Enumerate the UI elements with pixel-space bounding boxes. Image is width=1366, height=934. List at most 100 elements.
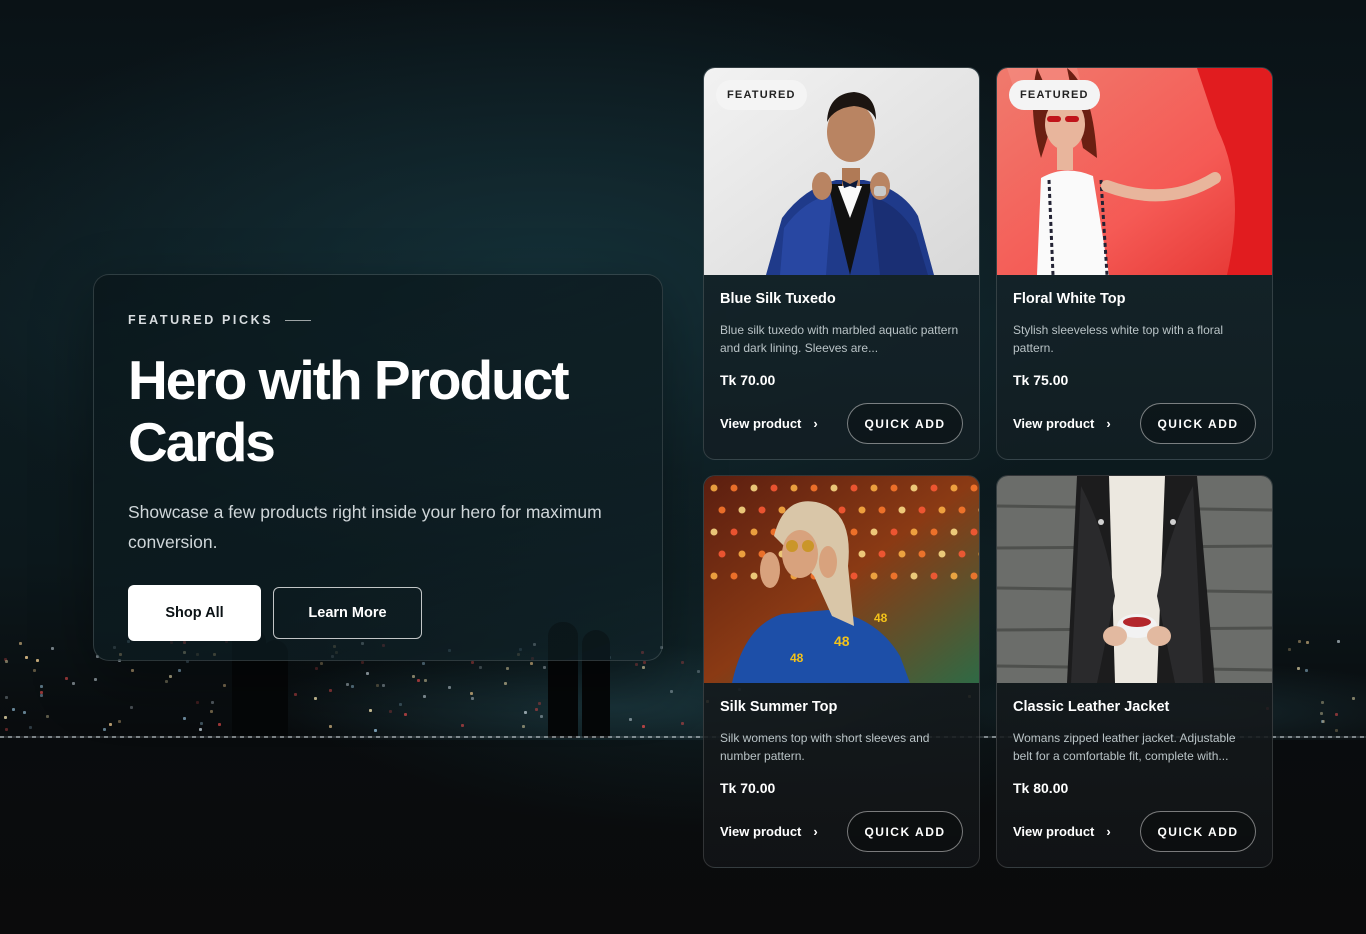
carnival-bulb: [738, 550, 746, 558]
city-light: [522, 725, 526, 729]
view-product-link[interactable]: View product ›: [1013, 824, 1111, 839]
product-image[interactable]: 48 48 48: [704, 476, 979, 683]
city-light: [423, 695, 427, 699]
city-light: [4, 715, 8, 719]
city-light: [537, 701, 541, 705]
product-description: Silk womens top with short sleeves and n…: [720, 731, 930, 763]
product-title[interactable]: Blue Silk Tuxedo: [720, 291, 963, 311]
product-title[interactable]: Classic Leather Jacket: [1013, 699, 1256, 719]
city-light: [1304, 669, 1308, 673]
featured-badge: FEATURED: [716, 80, 807, 110]
city-light: [320, 662, 324, 666]
city-light: [599, 715, 603, 719]
city-light: [93, 677, 97, 681]
carnival-bulb: [938, 550, 946, 558]
city-light: [369, 708, 373, 712]
shop-all-button[interactable]: Shop All: [128, 585, 261, 641]
svg-text:48: 48: [874, 611, 888, 625]
city-light: [4, 660, 8, 664]
carnival-bulb: [850, 572, 858, 580]
product-image[interactable]: FEATURED: [997, 68, 1272, 275]
carnival-bulb: [930, 484, 938, 492]
carnival-bulb: [730, 484, 738, 492]
carnival-bulb: [730, 572, 738, 580]
city-light: [534, 707, 538, 711]
view-product-link[interactable]: View product ›: [720, 824, 818, 839]
carnival-bulb: [738, 506, 746, 514]
product-image[interactable]: FEATURED: [704, 68, 979, 275]
learn-more-button[interactable]: Learn More: [273, 587, 422, 639]
city-light: [424, 678, 428, 682]
view-product-link[interactable]: View product ›: [720, 416, 818, 431]
product-card-silk-summer-top: 48 48 48 Silk Summer Top Silk womens top…: [703, 475, 980, 868]
leather-jacket-photo: [997, 476, 1272, 683]
city-light: [551, 699, 555, 703]
carnival-bulb: [710, 484, 718, 492]
carnival-bulb: [730, 528, 738, 536]
product-card-floral-white-top: FEATURED Floral White Top Stylish sleeve…: [996, 67, 1273, 460]
product-price: Tk 75.00: [1013, 372, 1069, 388]
city-light: [1352, 697, 1356, 701]
product-title[interactable]: Floral White Top: [1013, 291, 1256, 311]
city-light: [681, 721, 685, 725]
carnival-bulb: [850, 528, 858, 536]
quick-add-button[interactable]: QUICK ADD: [847, 403, 963, 444]
hero-eyebrow: FEATURED PICKS: [128, 313, 628, 327]
svg-text:48: 48: [834, 633, 850, 649]
product-description: Womans zipped leather jacket. Adjustable…: [1013, 731, 1236, 763]
city-light: [523, 711, 527, 715]
carnival-bulb: [878, 506, 886, 514]
city-light: [117, 719, 121, 723]
carnival-bulb: [878, 550, 886, 558]
product-actions: View product › QUICK ADD: [720, 403, 963, 444]
city-light: [24, 656, 28, 660]
product-title[interactable]: Silk Summer Top: [720, 699, 963, 719]
carnival-bulb: [890, 484, 898, 492]
carnival-bulb: [710, 528, 718, 536]
carnival-bulb: [718, 506, 726, 514]
product-price: Tk 70.00: [720, 780, 776, 796]
city-light: [294, 692, 298, 696]
city-light: [461, 723, 465, 727]
hero-subtitle: Showcase a few products right inside you…: [128, 502, 602, 552]
city-light: [3, 658, 7, 662]
carnival-bulb: [898, 550, 906, 558]
carnival-bulb: [858, 506, 866, 514]
city-light: [314, 666, 318, 670]
carnival-bulb: [958, 550, 966, 558]
city-light: [5, 728, 9, 732]
product-body: Silk Summer Top Silk womens top with sho…: [704, 683, 979, 852]
city-light: [108, 723, 112, 727]
city-light: [328, 688, 332, 692]
city-light: [51, 647, 55, 651]
carnival-bulb: [918, 550, 926, 558]
product-description: Blue silk tuxedo with marbled aquatic pa…: [720, 323, 959, 355]
product-body: Classic Leather Jacket Womans zipped lea…: [997, 683, 1272, 852]
product-card-classic-leather-jacket: Classic Leather Jacket Womans zipped lea…: [996, 475, 1273, 868]
carnival-bulb: [750, 572, 758, 580]
carnival-bulb: [750, 528, 758, 536]
hero-buttons: Shop All Learn More: [128, 585, 628, 641]
city-light: [388, 710, 392, 714]
city-light: [543, 665, 547, 669]
city-light: [40, 694, 44, 698]
city-light: [540, 714, 544, 718]
city-light: [46, 714, 50, 718]
featured-badge: FEATURED: [1009, 80, 1100, 110]
carnival-bulb: [770, 484, 778, 492]
carnival-bulb: [810, 484, 818, 492]
view-product-link[interactable]: View product ›: [1013, 416, 1111, 431]
city-light: [605, 685, 609, 689]
carnival-bulb: [870, 528, 878, 536]
product-image[interactable]: [997, 476, 1272, 683]
city-light: [572, 689, 576, 693]
carnival-bulb: [710, 572, 718, 580]
product-description: Stylish sleeveless white top with a flor…: [1013, 323, 1224, 355]
city-light: [328, 725, 332, 729]
city-light: [65, 677, 69, 681]
city-light: [470, 692, 474, 696]
quick-add-button[interactable]: QUICK ADD: [1140, 403, 1256, 444]
quick-add-button[interactable]: QUICK ADD: [847, 811, 963, 852]
carnival-bulb: [890, 572, 898, 580]
quick-add-button[interactable]: QUICK ADD: [1140, 811, 1256, 852]
